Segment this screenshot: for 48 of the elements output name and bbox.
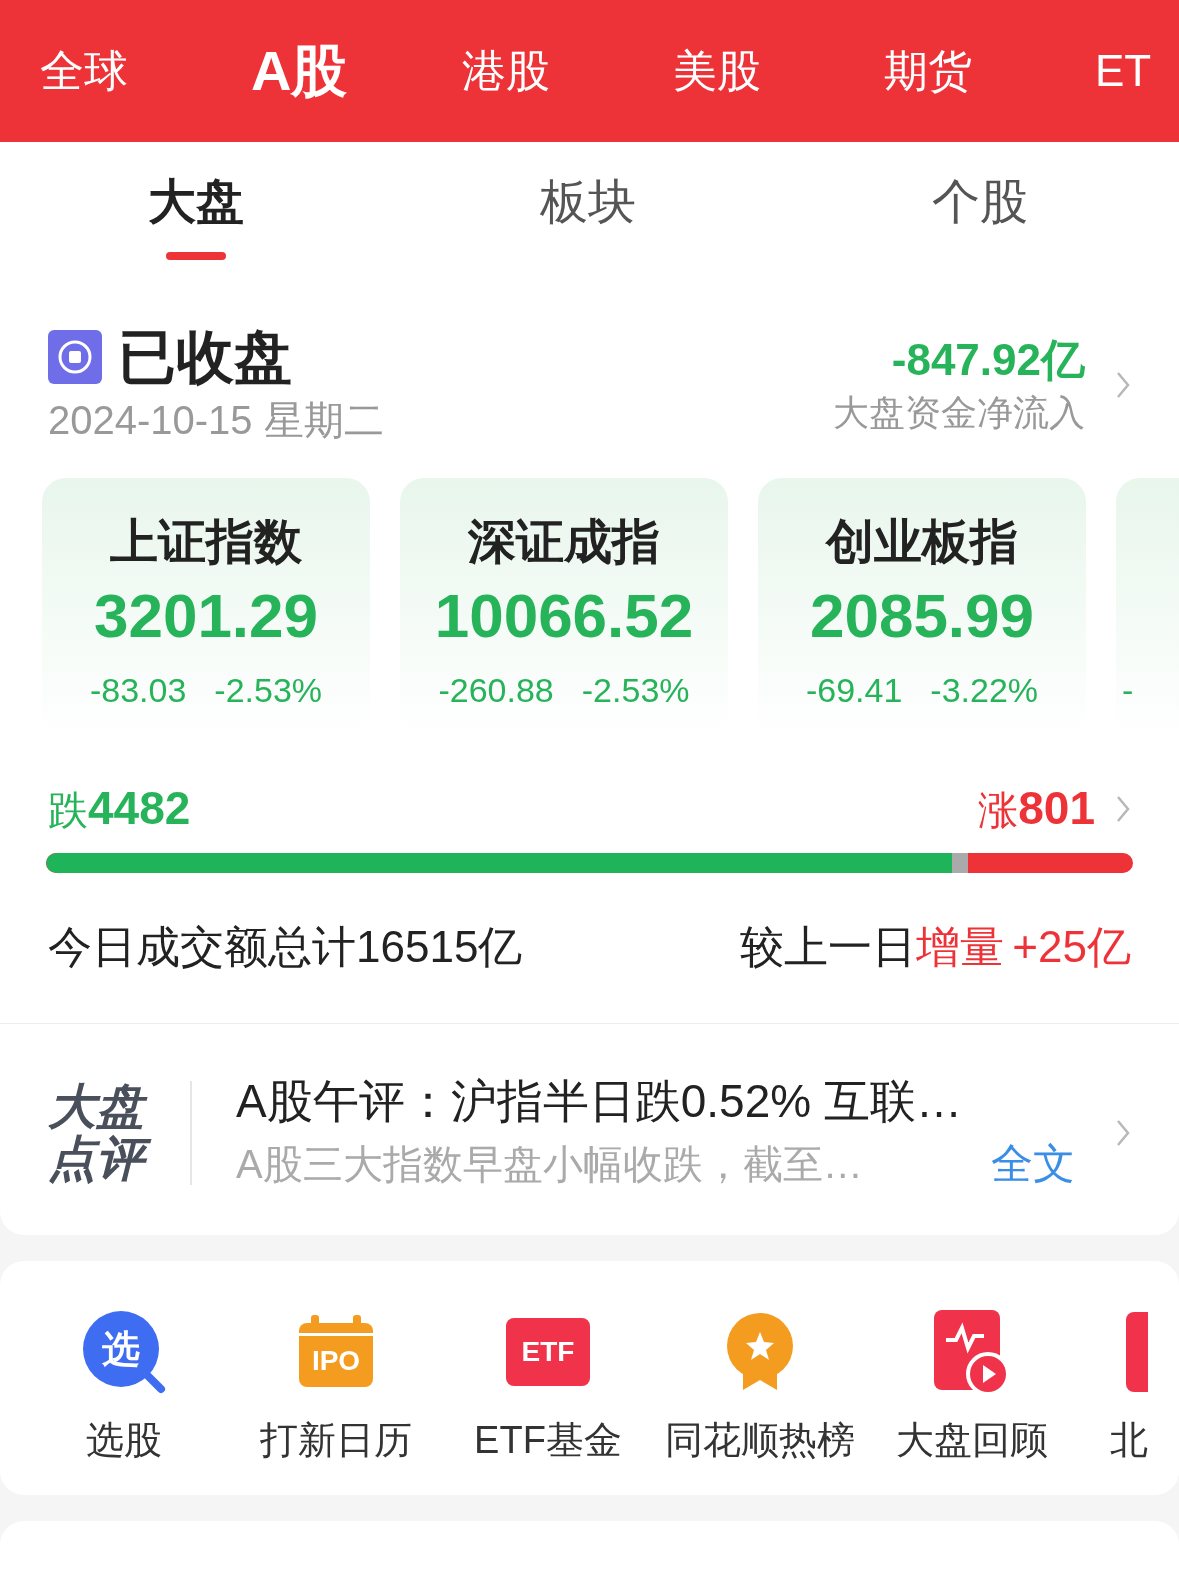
market-tab[interactable]: 期货 [884,38,1095,104]
index-percent: -3.22% [930,670,1039,711]
shortcut-button[interactable]: ETF ETF基金 [442,1307,654,1465]
index-change: -260.88 [438,670,554,711]
index-change: -69.41 [805,670,903,711]
market-tab[interactable]: 港股 [462,38,673,104]
net-flow-value: -847.92亿 [891,334,1085,386]
index-change: - [1122,670,1134,711]
index-value: 10066.52 [434,580,694,652]
shortcut-button[interactable]: 同花顺热榜 [654,1307,866,1465]
fall-count: 4482 [88,781,191,836]
market-tab[interactable]: 美股 [673,38,884,104]
rise-label: 涨 [978,787,1019,834]
section-tab[interactable]: 大盘 [0,172,392,260]
market-status: 已收盘 [118,323,292,391]
stop-icon [48,330,102,384]
compare-label: 较上一日 [740,921,917,973]
turnover-total: 今日成交额总计16515亿 [48,921,523,973]
fall-label: 跌 [48,787,88,834]
rise-count: 801 [1018,781,1095,836]
index-percent: -2.53% [581,670,690,711]
medal-icon [725,1312,795,1392]
market-tab[interactable]: 全球 [40,38,251,104]
index-name: 创业板指 [826,514,1018,570]
shortcut-button[interactable]: 选 选股 [18,1307,230,1465]
net-flow-label: 大盘资金净流入 [833,391,1085,435]
chevron-icon[interactable] [1115,370,1131,400]
section-tab[interactable]: 个股 [784,172,1176,260]
index-value: 2085.99 [809,580,1035,652]
turnover-change: +25亿 [1012,921,1131,973]
change-label: 增量 [916,921,1005,973]
summary: A股三大指数早盘小幅收跌，截至… [236,1140,863,1188]
market-tab[interactable]: ET [1095,38,1179,104]
shortcut-button[interactable]: IPO 打新日历 [230,1307,442,1465]
index-value: 3201.29 [93,580,319,652]
index-change: -83.03 [89,670,187,711]
section-tab[interactable]: 板块 [392,172,784,260]
tile-icon [1126,1312,1148,1392]
trade-date: 2024-10-15 星期二 [48,397,384,444]
shortcut-button[interactable]: 大盘回顾 [866,1307,1078,1465]
commentary-logo: 大盘 点评 [48,1080,160,1185]
headline[interactable]: A股午评：沪指半日跌0.52% 互联… [236,1070,1115,1132]
market-tab[interactable]: A股 [251,29,462,113]
index-percent: -2.53% [214,670,323,711]
index-name: 上证指数 [110,514,302,570]
index-name: 深证成指 [468,514,660,570]
shortcut-button[interactable]: 北 [1078,1307,1148,1465]
etf-icon: ETF [506,1318,590,1386]
